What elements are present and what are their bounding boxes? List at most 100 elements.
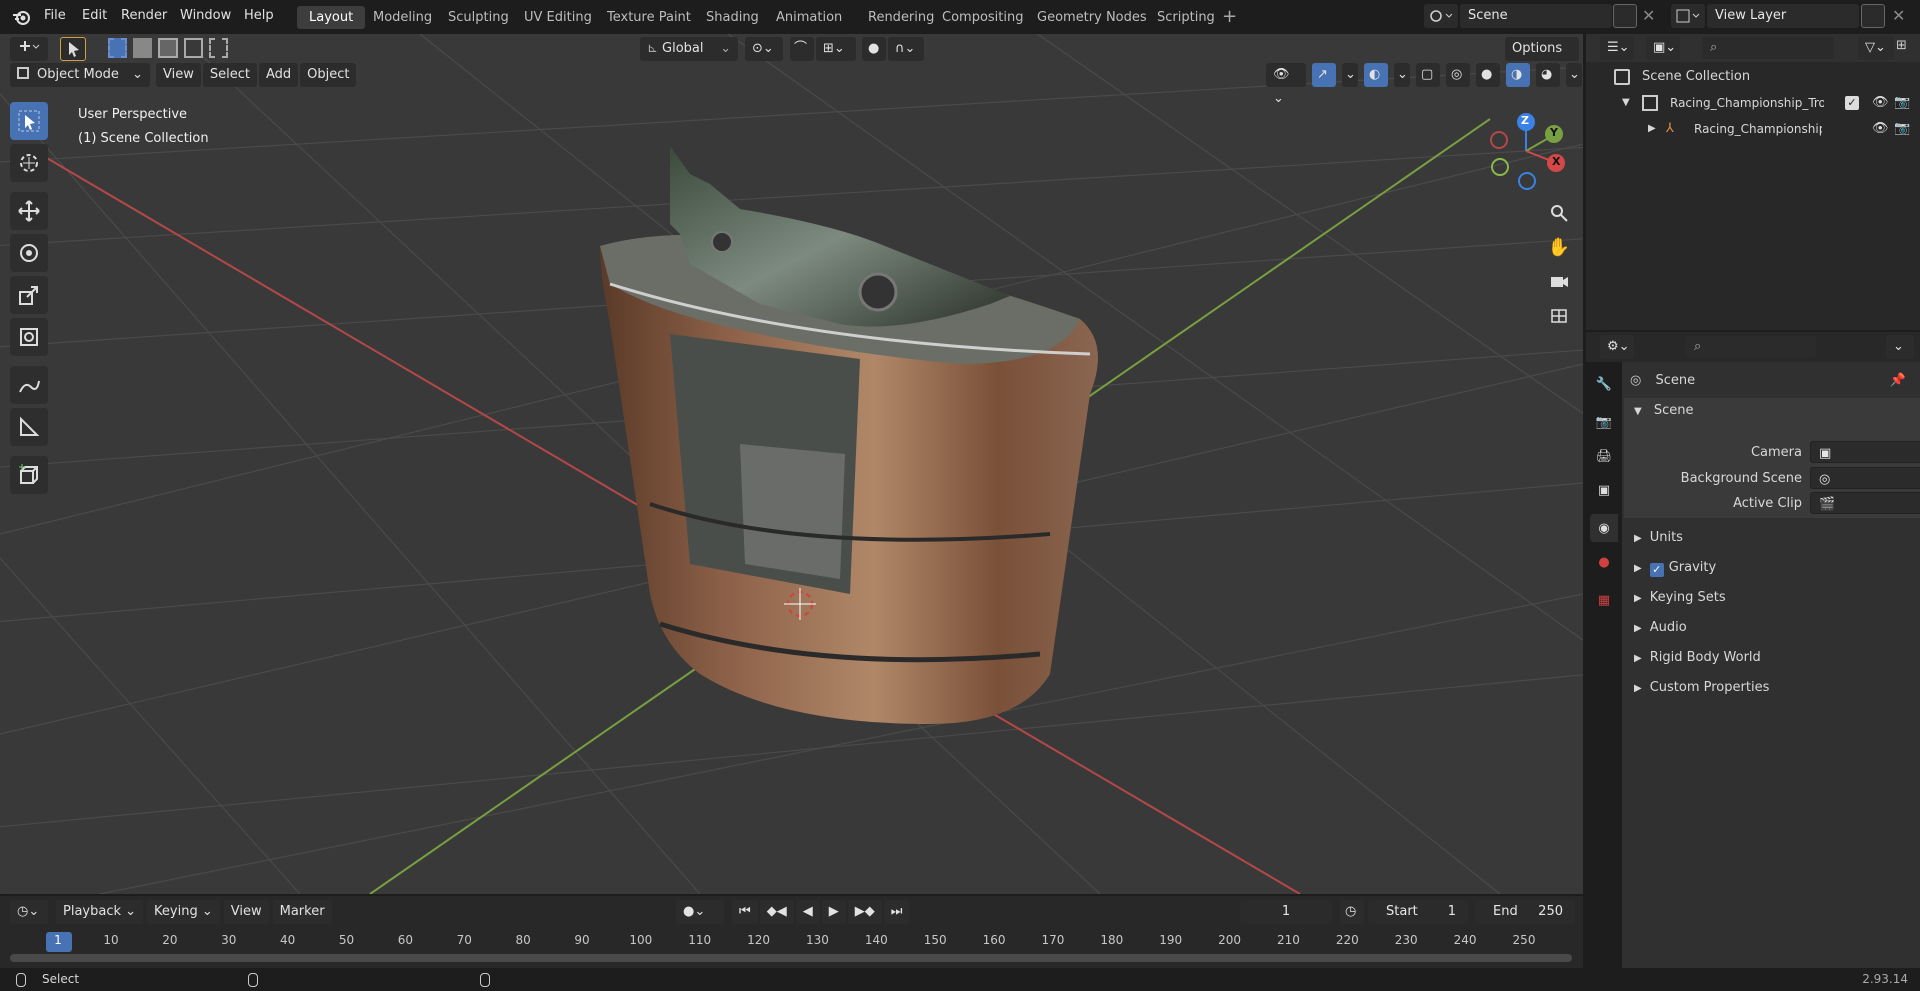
- active-clip-field[interactable]: 🎬: [1810, 492, 1920, 514]
- add-workspace-icon[interactable]: +: [1222, 6, 1237, 27]
- menu-edit[interactable]: Edit: [82, 0, 107, 32]
- properties-options-button[interactable]: ⌄: [1886, 335, 1914, 359]
- select-new-icon[interactable]: [108, 38, 128, 58]
- material-shading-icon[interactable]: ◑: [1506, 63, 1530, 87]
- world-tab-icon[interactable]: ●: [1590, 548, 1618, 576]
- scene-panel-header[interactable]: ▼ Scene: [1624, 398, 1920, 424]
- scale-tool[interactable]: [10, 276, 48, 314]
- gizmo-dropdown[interactable]: ⌄: [1342, 63, 1358, 87]
- pin-icon[interactable]: 📌: [1890, 368, 1906, 394]
- menu-window[interactable]: Window: [180, 0, 231, 32]
- camera-field[interactable]: ▣✎: [1810, 441, 1920, 463]
- proportional-edit-toggle[interactable]: ●: [862, 37, 886, 61]
- visibility-dropdown[interactable]: 👁⌄: [1266, 63, 1306, 106]
- new-collection-icon[interactable]: ⊞: [1896, 38, 1916, 58]
- select-mode-icons[interactable]: [108, 38, 228, 60]
- menu-view[interactable]: View: [156, 63, 201, 87]
- transform-tool[interactable]: [10, 318, 48, 356]
- tab-scripting[interactable]: Scripting: [1145, 6, 1227, 29]
- scene-tab-icon[interactable]: ◉: [1590, 514, 1618, 542]
- subpanel-rigid-body-world[interactable]: ▶ Rigid Body World: [1624, 644, 1920, 672]
- eye-icon[interactable]: 👁: [1872, 90, 1889, 116]
- falloff-dropdown[interactable]: ∩⌄: [888, 37, 924, 61]
- play-icon[interactable]: ▶: [821, 900, 846, 924]
- play-reverse-icon[interactable]: ◀: [795, 900, 820, 924]
- pan-hand-icon[interactable]: ✋: [1544, 232, 1574, 262]
- eye-icon[interactable]: 👁: [1872, 116, 1889, 142]
- shading-dropdown[interactable]: ⌄: [1566, 63, 1582, 87]
- include-checkbox-icon[interactable]: ✓: [1845, 96, 1859, 110]
- select-subtract-icon[interactable]: [158, 38, 178, 58]
- menu-marker[interactable]: Marker: [272, 900, 332, 924]
- prev-keyframe-icon[interactable]: ◆◀: [759, 900, 794, 924]
- view-layer-close-icon[interactable]: ✕: [1892, 6, 1905, 25]
- select-box-tool[interactable]: [10, 102, 48, 140]
- select-intersect-icon[interactable]: [208, 38, 228, 58]
- render-tab-icon[interactable]: 📷: [1590, 408, 1618, 436]
- outliner-row-trophy-collection[interactable]: ▼ Racing_Championship_Trophy ✓ 👁 📷: [1586, 90, 1920, 116]
- subpanel-keying-sets[interactable]: ▶ Keying Sets: [1624, 584, 1920, 612]
- cursor-tool[interactable]: [10, 144, 48, 182]
- menu-select[interactable]: Select: [202, 63, 257, 87]
- tab-animation[interactable]: Animation: [764, 6, 854, 29]
- tab-modeling[interactable]: Modeling: [361, 6, 444, 29]
- ortho-grid-icon[interactable]: [1544, 300, 1574, 330]
- subpanel-gravity[interactable]: ▶ ✓ Gravity: [1624, 554, 1920, 582]
- tool-tab-icon[interactable]: 🔧: [1590, 370, 1618, 398]
- tab-layout[interactable]: Layout: [297, 6, 366, 29]
- subpanel-units[interactable]: ▶ Units: [1624, 524, 1920, 552]
- blender-logo-icon[interactable]: [12, 7, 32, 27]
- scene-browse-button[interactable]: [1424, 4, 1458, 28]
- view-layer-copy-icon[interactable]: [1861, 4, 1885, 28]
- xray-toggle[interactable]: ▢: [1416, 63, 1440, 87]
- menu-object[interactable]: Object: [300, 63, 357, 87]
- outliner-editor-type-button[interactable]: ☰⌄: [1600, 36, 1634, 60]
- tab-sculpting[interactable]: Sculpting: [436, 6, 521, 29]
- gravity-checkbox[interactable]: ✓: [1649, 563, 1664, 577]
- snap-dropdown[interactable]: ⊞⌄: [816, 37, 856, 61]
- add-cube-tool[interactable]: [10, 456, 48, 494]
- gizmo-toggle[interactable]: ↗: [1312, 63, 1336, 87]
- expand-arrow-icon[interactable]: ▶: [1648, 116, 1656, 142]
- jump-start-icon[interactable]: ⏮: [732, 900, 758, 924]
- start-frame-field[interactable]: Start 1: [1368, 900, 1468, 924]
- 3d-viewport[interactable]: ⊾ Global ⌄ ⊙⌄ ⌒ ⊞⌄ ● ∩⌄ Options ⌄ Object …: [0, 34, 1583, 894]
- zoom-icon[interactable]: [1544, 198, 1574, 228]
- scene-field[interactable]: Scene: [1460, 4, 1612, 28]
- editor-type-button[interactable]: [10, 37, 48, 61]
- menu-help[interactable]: Help: [244, 0, 274, 32]
- rotate-tool[interactable]: [10, 234, 48, 272]
- output-tab-icon[interactable]: 🖨: [1590, 442, 1618, 470]
- transform-orientation-dropdown[interactable]: ⊾ Global ⌄: [640, 37, 738, 61]
- move-tool[interactable]: [10, 192, 48, 230]
- auto-keying-toggle[interactable]: ●⌄: [676, 900, 724, 924]
- pivot-dropdown[interactable]: ⊙⌄: [745, 37, 783, 61]
- wireframe-shading-icon[interactable]: ◎: [1446, 63, 1470, 87]
- measure-tool[interactable]: [10, 408, 48, 446]
- tab-uv-editing[interactable]: UV Editing: [512, 6, 604, 29]
- outliner-row-trophy-object[interactable]: ▶ ⅄ Racing_Championship_Tr 👁 📷: [1586, 116, 1920, 142]
- menu-add[interactable]: Add: [258, 63, 299, 87]
- menu-keying[interactable]: Keying ⌄: [147, 900, 220, 924]
- jump-end-icon[interactable]: ⏭: [883, 900, 910, 924]
- subpanel-audio[interactable]: ▶ Audio: [1624, 614, 1920, 642]
- scene-close-icon[interactable]: ✕: [1642, 6, 1655, 25]
- menu-timeline-view[interactable]: View: [223, 900, 269, 924]
- current-frame-field[interactable]: 1: [1240, 900, 1332, 924]
- tool-select-header-icon[interactable]: [60, 37, 86, 61]
- outliner-row-scene-collection[interactable]: Scene Collection: [1586, 64, 1920, 90]
- view-layer-tab-icon[interactable]: ▣: [1590, 476, 1618, 504]
- texture-tab-icon[interactable]: ▦: [1590, 586, 1618, 614]
- preview-range-toggle[interactable]: ◷: [1340, 900, 1364, 924]
- select-invert-icon[interactable]: [183, 38, 203, 58]
- subpanel-custom-properties[interactable]: ▶ Custom Properties: [1624, 674, 1920, 702]
- viewport-scene[interactable]: [0, 34, 1583, 894]
- overlay-toggle[interactable]: ◐: [1364, 63, 1388, 87]
- overlay-dropdown[interactable]: ⌄: [1394, 63, 1410, 87]
- view-layer-field[interactable]: View Layer: [1707, 4, 1859, 28]
- tab-shading[interactable]: Shading: [694, 6, 771, 29]
- camera-render-icon[interactable]: 📷: [1894, 90, 1910, 116]
- tab-texture-paint[interactable]: Texture Paint: [595, 6, 703, 29]
- select-extend-icon[interactable]: [133, 38, 153, 58]
- annotate-tool[interactable]: [10, 366, 48, 404]
